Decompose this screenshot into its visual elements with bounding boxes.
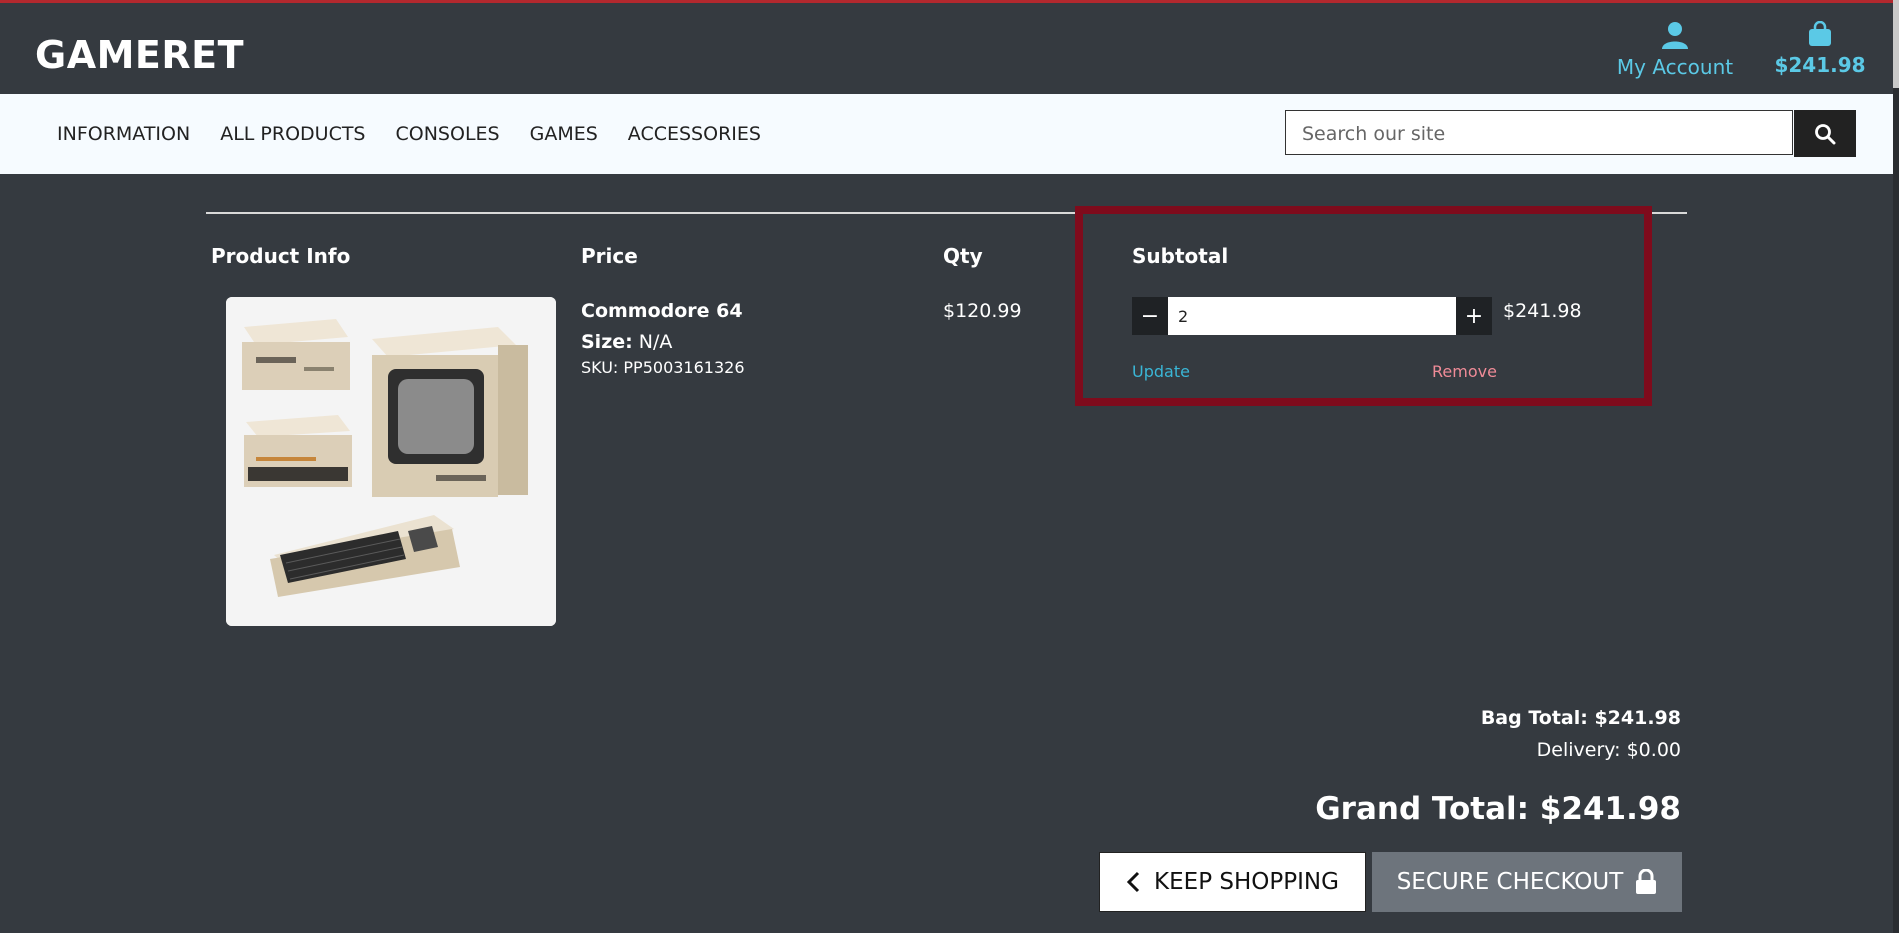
product-size-value: N/A xyxy=(638,331,673,353)
main-nav: INFORMATION ALL PRODUCTS CONSOLES GAMES … xyxy=(0,94,1893,174)
user-icon xyxy=(1662,22,1688,49)
chevron-left-icon xyxy=(1126,871,1140,893)
remove-link[interactable]: Remove xyxy=(1432,362,1497,381)
lock-icon xyxy=(1636,869,1657,894)
column-product-info: Product Info xyxy=(211,244,351,268)
page-scrollbar[interactable] xyxy=(1893,0,1899,933)
column-price: Price xyxy=(581,244,638,268)
quantity-stepper: − + xyxy=(1132,297,1492,335)
column-subtotal: Subtotal xyxy=(1132,244,1229,268)
product-size: Size: N/A xyxy=(581,331,672,353)
nav-item-consoles[interactable]: CONSOLES xyxy=(396,123,500,145)
keep-shopping-label: KEEP SHOPPING xyxy=(1154,869,1339,895)
secure-checkout-button[interactable]: SECURE CHECKOUT xyxy=(1372,852,1682,912)
bag-total-amount: $241.98 xyxy=(1774,53,1866,77)
product-size-label: Size: xyxy=(581,331,633,353)
search-input[interactable] xyxy=(1286,111,1794,156)
search-box xyxy=(1285,110,1794,156)
increment-button[interactable]: + xyxy=(1456,297,1492,335)
nav-item-information[interactable]: INFORMATION xyxy=(57,123,190,145)
scrollbar-thumb[interactable] xyxy=(1893,0,1899,88)
site-logo[interactable]: GAMERET xyxy=(35,33,244,77)
grand-total: Grand Total: $241.98 xyxy=(1315,791,1681,827)
product-name[interactable]: Commodore 64 xyxy=(581,300,743,322)
product-image[interactable] xyxy=(226,297,556,626)
delivery-cost: Delivery: $0.00 xyxy=(1536,739,1681,761)
site-header: GAMERET My Account $241.98 xyxy=(0,3,1893,94)
search-button[interactable] xyxy=(1794,110,1856,157)
secure-checkout-label: SECURE CHECKOUT xyxy=(1396,869,1624,895)
commodore-64-illustration xyxy=(226,297,556,626)
search-icon xyxy=(1815,123,1836,144)
shopping-bag-link[interactable]: $241.98 xyxy=(1765,21,1875,77)
bag-total: Bag Total: $241.98 xyxy=(1480,707,1681,729)
product-sku: SKU: PP5003161326 xyxy=(581,358,745,377)
nav-item-accessories[interactable]: ACCESSORIES xyxy=(628,123,761,145)
quantity-input[interactable] xyxy=(1168,297,1456,335)
my-account-link[interactable]: My Account xyxy=(1600,21,1750,79)
keep-shopping-button[interactable]: KEEP SHOPPING xyxy=(1099,852,1366,912)
nav-item-games[interactable]: GAMES xyxy=(530,123,598,145)
item-subtotal: $241.98 xyxy=(1503,300,1582,322)
column-qty: Qty xyxy=(943,244,983,268)
decrement-button[interactable]: − xyxy=(1132,297,1168,335)
product-price: $120.99 xyxy=(943,300,1022,322)
shopping-bag-icon xyxy=(1809,21,1831,46)
update-link[interactable]: Update xyxy=(1132,362,1190,381)
my-account-label: My Account xyxy=(1616,55,1734,79)
order-totals: Bag Total: $241.98 Delivery: $0.00 Grand… xyxy=(1315,707,1681,827)
nav-item-all-products[interactable]: ALL PRODUCTS xyxy=(220,123,365,145)
cart-divider xyxy=(206,212,1687,214)
